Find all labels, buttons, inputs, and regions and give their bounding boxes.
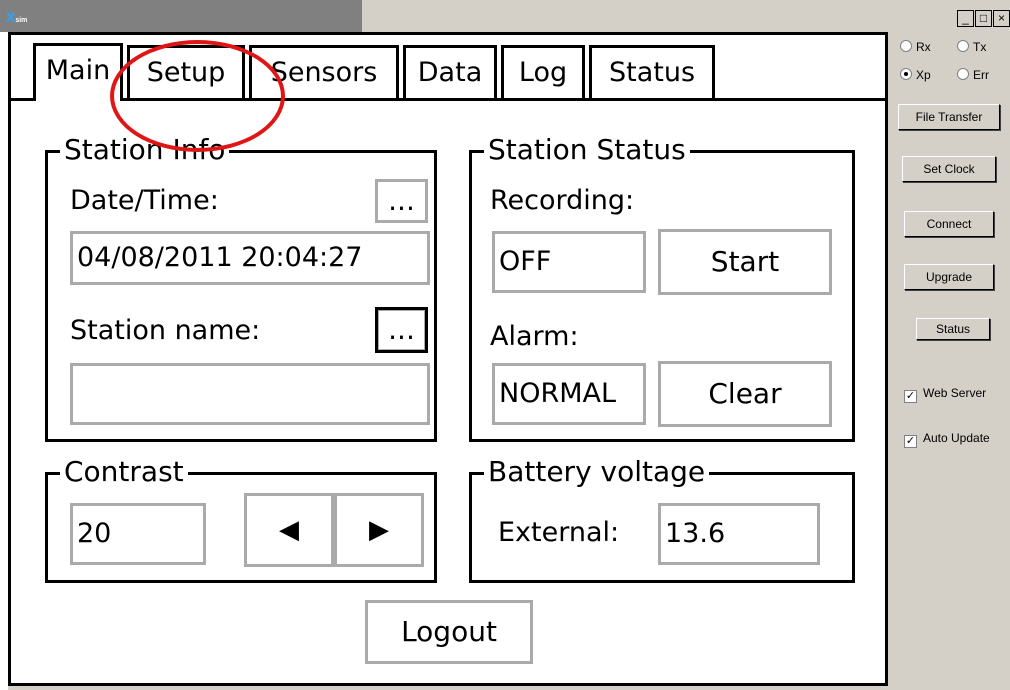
right-arrow-icon: ▶ — [369, 515, 389, 545]
recording-value: OFF — [492, 231, 646, 293]
contrast-increase-button[interactable]: ▶ — [334, 493, 424, 567]
tab-log[interactable]: Log — [501, 45, 585, 99]
tab-baseline — [11, 98, 33, 101]
maximize-button[interactable]: □ — [975, 10, 992, 27]
start-button[interactable]: Start — [658, 229, 832, 295]
radio-indicator — [957, 40, 969, 52]
recording-label: Recording: — [490, 185, 635, 216]
connect-button[interactable]: Connect — [904, 211, 994, 237]
station-name-label: Station name: — [70, 315, 261, 346]
battery-voltage-group: Battery voltage External: 13.6 — [469, 455, 855, 583]
logout-button[interactable]: Logout — [365, 600, 533, 664]
device-screen: Main Setup Sensors Data Log Status Stati… — [8, 32, 888, 686]
radio-indicator — [900, 40, 912, 52]
tab-data[interactable]: Data — [403, 45, 497, 99]
minimize-button[interactable]: _ — [957, 10, 974, 27]
file-transfer-button[interactable]: File Transfer — [898, 104, 1000, 130]
set-clock-button[interactable]: Set Clock — [902, 156, 996, 182]
auto-update-checkbox[interactable]: ✓ Auto Update — [904, 431, 990, 448]
station-status-title: Station Status — [484, 133, 690, 167]
radio-rx[interactable]: Rx — [900, 40, 931, 54]
external-voltage-value: 13.6 — [658, 503, 820, 565]
station-status-group: Station Status Recording: OFF Start Alar… — [469, 133, 855, 442]
radio-indicator — [900, 68, 912, 80]
status-button[interactable]: Status — [916, 318, 990, 340]
alarm-label: Alarm: — [490, 321, 579, 352]
contrast-decrease-button[interactable]: ◀ — [244, 493, 334, 567]
alarm-value: NORMAL — [492, 363, 646, 425]
checkmark-icon: ✓ — [904, 435, 917, 448]
title-bar: Xsim _ □ × — [0, 0, 1010, 32]
contrast-value: 20 — [70, 503, 206, 565]
station-name-edit-button[interactable]: ... — [375, 307, 428, 353]
contrast-group: Contrast 20 ◀ ▶ — [45, 455, 437, 583]
title-bar-fill — [0, 0, 362, 32]
web-server-checkbox[interactable]: ✓ Web Server — [904, 386, 986, 403]
radio-tx[interactable]: Tx — [957, 40, 986, 54]
left-edge — [0, 32, 8, 690]
close-button[interactable]: × — [993, 10, 1010, 27]
datetime-field[interactable]: 04/08/2011 20:04:27 — [70, 231, 430, 285]
checkmark-icon: ✓ — [904, 390, 917, 403]
station-info-group: Station Info Date/Time: ... 04/08/2011 2… — [45, 133, 437, 442]
contrast-title: Contrast — [60, 455, 188, 489]
left-arrow-icon: ◀ — [279, 515, 299, 545]
tab-status[interactable]: Status — [589, 45, 715, 99]
station-name-field[interactable] — [70, 363, 430, 425]
window-controls: _ □ × — [956, 10, 1010, 27]
external-label: External: — [498, 517, 620, 548]
datetime-label: Date/Time: — [70, 185, 219, 216]
clear-button[interactable]: Clear — [658, 361, 832, 427]
radio-indicator — [957, 68, 969, 80]
battery-voltage-title: Battery voltage — [484, 455, 710, 489]
app-logo-icon: Xsim — [6, 9, 28, 25]
radio-err[interactable]: Err — [957, 68, 989, 82]
radio-xp[interactable]: Xp — [900, 68, 931, 82]
highlight-circle — [110, 40, 285, 152]
upgrade-button[interactable]: Upgrade — [904, 264, 994, 290]
datetime-edit-button[interactable]: ... — [375, 179, 428, 223]
